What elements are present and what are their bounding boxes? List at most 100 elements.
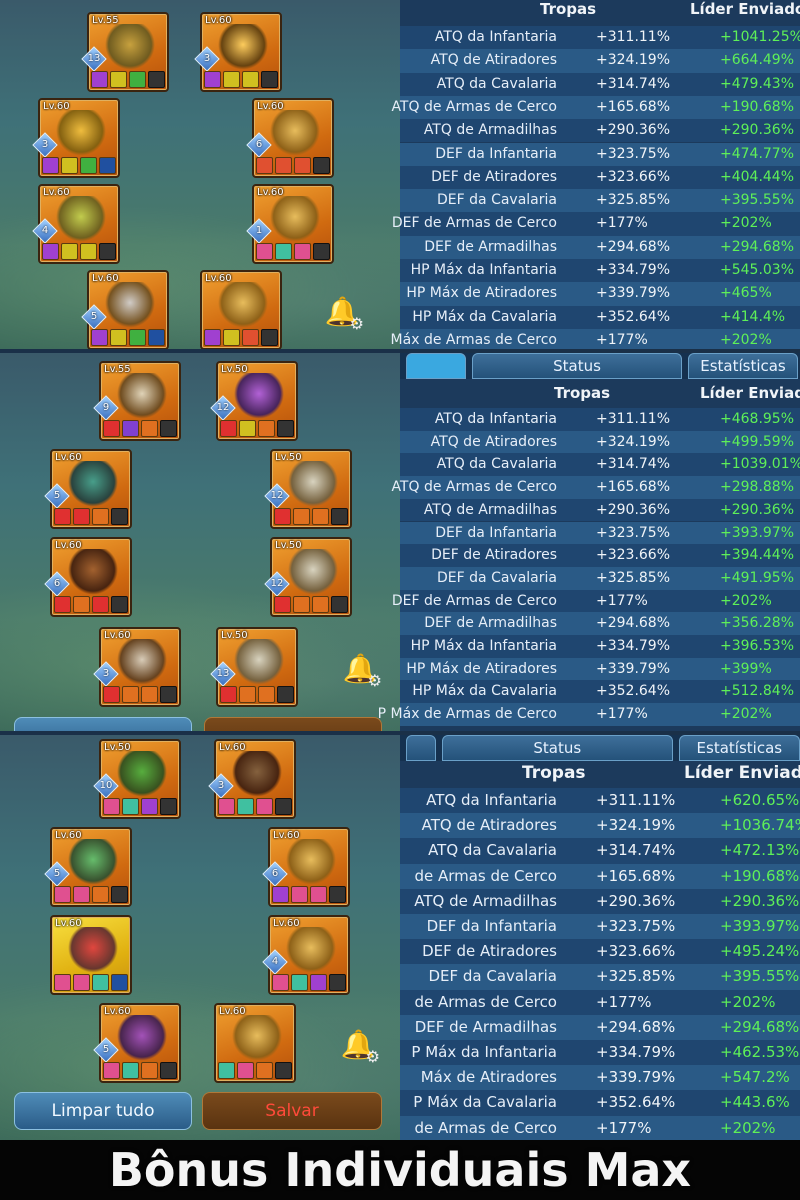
tab-inactive[interactable] (406, 735, 436, 761)
tab-inactive[interactable] (406, 353, 466, 379)
tab-statistics[interactable]: Estatísticas (678, 735, 800, 761)
stat-row: ATQ de Atiradores +324.19% +499.59% (400, 430, 800, 454)
stat-name: ATQ da Infantaria (426, 791, 557, 809)
stat-troops-value: +352.64% (596, 683, 671, 700)
stat-troops-value: +177% (596, 992, 652, 1011)
stat-name: HP Máx da Cavalaria (412, 308, 557, 325)
gear-slot-helmet[interactable]: Lv.60 5 (44, 827, 132, 907)
stat-row: ATQ da Cavalaria +314.74% +479.43% (400, 72, 800, 96)
rank-badge: 12 (264, 571, 290, 597)
gear-slot-accessory-3[interactable]: Lv.60 (200, 270, 282, 350)
gear-slot-helmet[interactable]: Lv.60 3 (32, 98, 120, 178)
gear-slot-accessory-1[interactable]: Lv.60 6 (246, 98, 334, 178)
settings-gear-icon[interactable]: ⚙ (350, 316, 364, 332)
rank-badge: 3 (93, 661, 119, 687)
stat-troops-value: +311.11% (596, 29, 671, 45)
gear-slot-offhand[interactable]: Lv.50 12 (210, 361, 298, 441)
gear-slot-weapon[interactable]: Lv.55 9 (93, 361, 181, 441)
rank-badge: 12 (264, 483, 290, 509)
stat-row: DEF de Atiradores +323.66% +495.24% (400, 939, 800, 965)
stat-troops-value: +323.66% (596, 942, 676, 961)
stat-troops-value: +323.66% (596, 168, 671, 185)
stat-name: DEF de Armadilhas (424, 615, 557, 632)
gear-slot-armor[interactable]: Lv.60 6 (44, 537, 132, 617)
rank-badge: 12 (210, 395, 236, 421)
stat-row: HP Máx de Atiradores +339.79% +465% (400, 282, 800, 306)
stat-troops-value: +314.74% (596, 456, 671, 473)
stat-name: DEF da Infantaria (435, 524, 557, 541)
stat-troops-value: +290.36% (596, 891, 676, 910)
stat-row: ATQ de Armas de Cerco +165.68% +298.88% (391, 476, 800, 499)
stat-row: ATQ da Cavalaria +314.74% +1039.01% (400, 453, 800, 477)
stat-troops-value: +294.68% (596, 1017, 676, 1036)
stats-tabs: Status Estatísticas (400, 353, 800, 379)
rank-badge: 13 (210, 661, 236, 687)
gear-slot-accessory-2[interactable]: Lv.60 4 (262, 915, 350, 995)
armor-icon (68, 927, 118, 973)
stat-troops-value: +334.79% (596, 262, 671, 278)
stat-troops-value: +339.79% (596, 285, 671, 302)
gear-slot-boots[interactable]: Lv.60 5 (81, 270, 169, 350)
stat-name: ATQ de Armas de Cerco (391, 98, 557, 115)
armor-icon (56, 196, 106, 242)
gear-slot-accessory-2[interactable]: Lv.60 1 (246, 184, 334, 264)
stat-leader-value: +190.68% (720, 866, 800, 885)
gear-slot-helmet[interactable]: Lv.60 5 (44, 449, 132, 529)
stat-troops-value: +334.79% (596, 638, 671, 654)
stat-row: DEF da Cavalaria +325.85% +395.55% (400, 964, 800, 990)
gear-slot-armor[interactable]: Lv.60 4 (32, 184, 120, 264)
rank-badge: 6 (246, 132, 272, 158)
weapon-icon (117, 751, 167, 797)
stat-row: DEF de Atiradores +323.66% +404.44% (400, 165, 800, 190)
notification-bell-icon[interactable]: 🔔 ⚙ (338, 1025, 380, 1065)
stat-troops-value: +165.68% (596, 866, 676, 885)
gear-slot-accessory-3[interactable]: Lv.60 (214, 1003, 296, 1083)
stat-name: de Armas de Cerco (414, 1118, 557, 1137)
gear-slot-offhand[interactable]: Lv.60 3 (194, 12, 282, 92)
stat-name: DEF de Armas de Cerco (391, 215, 557, 232)
stat-troops-value: +294.68% (596, 238, 671, 255)
stat-row: DEF de Armadilhas +294.68% +356.28% (400, 612, 800, 635)
gear-slot-weapon[interactable]: Lv.50 10 (93, 739, 181, 819)
stat-row: ATQ da Infantaria +311.11% +620.65% (400, 788, 800, 814)
gear-slot-accessory-3[interactable]: Lv.50 13 (210, 627, 298, 707)
tab-status[interactable]: Status (441, 735, 673, 761)
tome-icon (234, 639, 284, 685)
settings-gear-icon[interactable]: ⚙ (368, 673, 382, 689)
save-button[interactable]: Salvar (202, 1092, 382, 1130)
stat-leader-value: +290.36% (720, 501, 795, 518)
stat-leader-value: +356.28% (720, 615, 795, 632)
gear-slot-boots[interactable]: Lv.60 5 (93, 1003, 181, 1083)
stat-leader-value: +545.03% (720, 262, 795, 278)
chalice-icon (232, 1015, 282, 1061)
stat-leader-value: +1041.25% (720, 29, 800, 45)
stat-leader-value: +512.84% (720, 683, 795, 700)
stat-name: ATQ de Atiradores (421, 816, 557, 835)
stat-leader-value: +1039.01% (720, 456, 800, 473)
stat-troops-value: +352.64% (596, 1093, 676, 1112)
stat-name: ATQ da Infantaria (434, 29, 557, 45)
gear-slot-armor[interactable]: Lv.60 (50, 915, 132, 995)
gear-slot-accessory-1[interactable]: Lv.50 12 (264, 449, 352, 529)
gear-slot-offhand[interactable]: Lv.60 3 (208, 739, 296, 819)
gear-slot-accessory-2[interactable]: Lv.50 12 (264, 537, 352, 617)
tab-statistics[interactable]: Estatísticas (688, 353, 798, 379)
gear-slot-accessory-1[interactable]: Lv.60 6 (262, 827, 350, 907)
gear-slot-weapon[interactable]: Lv.55 13 (81, 12, 169, 92)
stat-row: DEF da Infantaria +323.75% +393.97% (400, 914, 800, 940)
panel-3: Lv.50 10 Lv.60 3 Lv.60 5 Lv.60 6 Lv.60 Lv.60… (0, 735, 800, 1140)
equipment-area: Lv.55 9 Lv.50 12 Lv.60 5 Lv.50 12 Lv.60 6 Lv.… (0, 353, 400, 733)
stat-troops-value: +165.68% (596, 479, 671, 496)
rank-badge: 3 (32, 132, 58, 158)
notification-bell-icon[interactable]: 🔔 ⚙ (322, 292, 364, 332)
clear-all-button[interactable]: Limpar tudo (14, 1092, 192, 1130)
chalice-icon (270, 110, 320, 156)
tab-status[interactable]: Status (472, 353, 682, 379)
stat-leader-value: +202% (720, 331, 772, 348)
stat-row: P Máx da Infantaria +334.79% +462.53% (400, 1040, 800, 1066)
settings-gear-icon[interactable]: ⚙ (366, 1049, 380, 1065)
stat-name: HP Máx da Cavalaria (412, 683, 557, 700)
rank-badge: 10 (93, 773, 119, 799)
gear-slot-boots[interactable]: Lv.60 3 (93, 627, 181, 707)
notification-bell-icon[interactable]: 🔔 ⚙ (340, 649, 382, 689)
